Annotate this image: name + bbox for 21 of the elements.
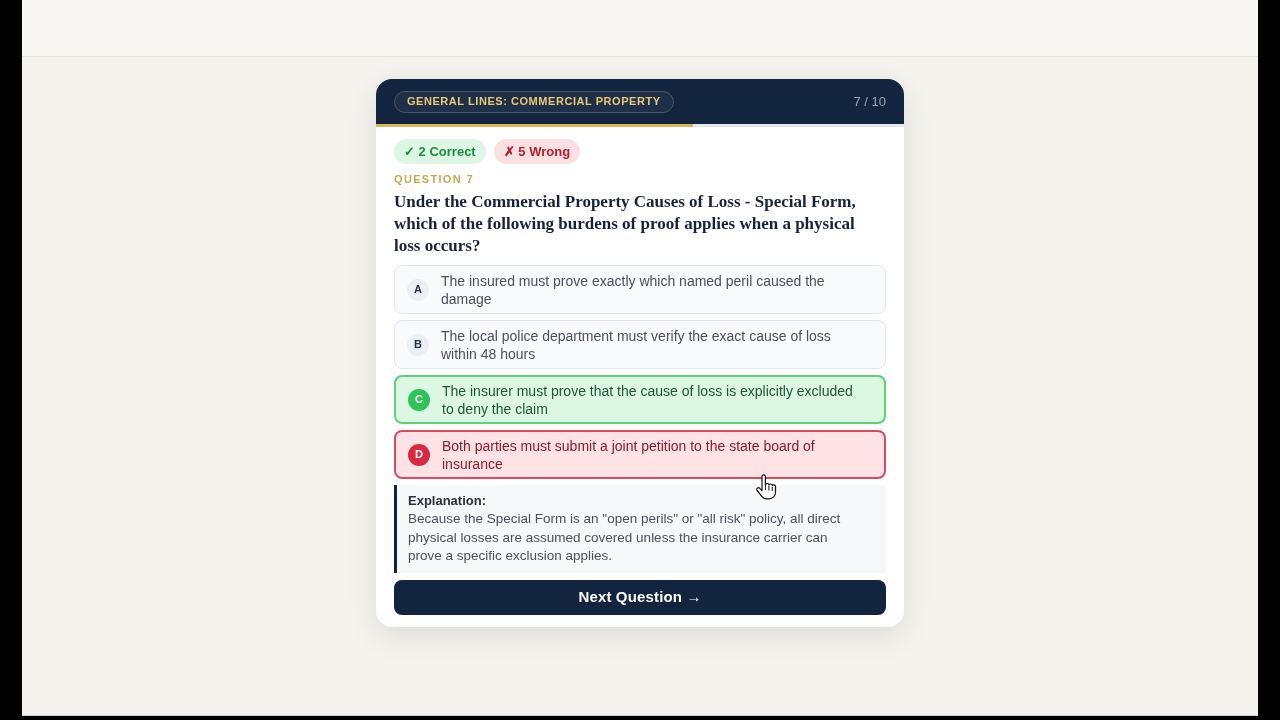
option-letter: B [407, 333, 429, 356]
correct-count-pill: ✓ 2 Correct [394, 139, 486, 164]
answer-option[interactable]: D Both parties must submit a joint petition to the state board of insurance [394, 430, 886, 479]
option-letter: A [407, 278, 429, 301]
explanation-title: Explanation: [408, 492, 487, 510]
question-text: Under the Commercial Property Causes of Loss - Special Form, which of the following burdens of proof applies when a physical loss occurs? [394, 191, 857, 257]
answer-option[interactable]: A The insured must prove exactly which named peril caused the damage [394, 265, 886, 314]
question-counter: 7 / 10 [853, 92, 886, 111]
wrong-count-pill: ✗ 5 Wrong [493, 139, 581, 164]
option-text: The local police department must verify the exact cause of loss within 48 hours [441, 326, 832, 363]
option-letter: C [408, 388, 430, 411]
explanation-text: Because the Special Form is an "open perils" or "all risk" policy, all direct physical losses are assumed covered unless the insurance carrier can prove a specific exclusion applies. [408, 510, 842, 565]
option-text: The insured must prove exactly which named peril caused the damage [441, 271, 826, 308]
question-number: QUESTION 7 [394, 172, 475, 186]
option-text: The insurer must prove that the cause of loss is explicitly excluded to deny the claim [442, 381, 854, 418]
answer-option[interactable]: B The local police department must verify the exact cause of loss within 48 hours [394, 320, 886, 369]
category-pill: GENERAL LINES: COMMERCIAL PROPERTY [394, 90, 674, 113]
next-question-button[interactable]: Next Question → [394, 580, 886, 615]
option-text: Both parties must submit a joint petition to the state board of insurance [442, 436, 816, 473]
answer-option[interactable]: C The insurer must prove that the cause of loss is explicitly excluded to deny the claim [394, 375, 886, 424]
option-letter: D [408, 443, 430, 466]
